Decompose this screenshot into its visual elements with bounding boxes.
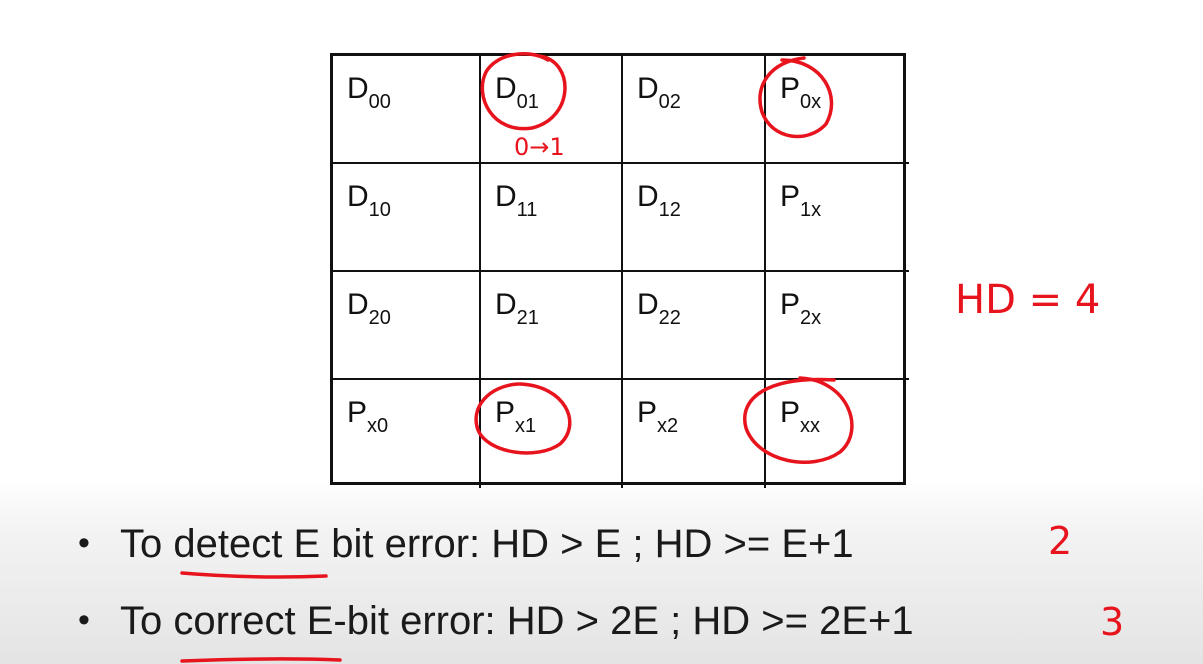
cell-subscript: 02 bbox=[658, 91, 681, 113]
underline-detect bbox=[180, 571, 328, 579]
cell-letter: D bbox=[495, 288, 517, 321]
cell-letter: P bbox=[637, 396, 658, 429]
cell-letter: D bbox=[637, 72, 659, 105]
cell-d22: D22 bbox=[623, 272, 766, 380]
cell-d00: D00 bbox=[333, 56, 481, 164]
cell-d11: D11 bbox=[481, 164, 623, 272]
parity-grid: D00 D01 D02 P0x D10 D11 D12 P1x D20 D21 … bbox=[330, 53, 909, 488]
cell-subscript: 11 bbox=[516, 199, 538, 221]
cell-letter: D bbox=[347, 180, 369, 213]
cell-letter: D bbox=[637, 288, 659, 321]
cell-letter: P bbox=[780, 396, 801, 429]
underline-correct bbox=[180, 657, 342, 663]
bullet-marker: • bbox=[78, 524, 90, 562]
cell-subscript: 22 bbox=[658, 307, 681, 329]
cell-letter: D bbox=[347, 72, 369, 105]
bullet-text: To correct E-bit error: HD > 2E ; HD >= … bbox=[120, 599, 914, 643]
cell-letter: D bbox=[495, 180, 517, 213]
cell-subscript: 0x bbox=[800, 91, 822, 113]
cell-letter: P bbox=[495, 396, 516, 429]
cell-subscript: x2 bbox=[657, 415, 679, 437]
cell-letter: P bbox=[347, 396, 368, 429]
cell-subscript: x0 bbox=[367, 415, 389, 437]
cell-pxx: Pxx bbox=[766, 380, 909, 488]
cell-letter: P bbox=[780, 180, 801, 213]
cell-p0x: P0x bbox=[766, 56, 909, 164]
cell-d12: D12 bbox=[623, 164, 766, 272]
cell-subscript: x1 bbox=[515, 415, 537, 437]
bullet-correct: • To correct E-bit error: HD > 2E ; HD >=… bbox=[78, 601, 914, 641]
cell-subscript: 2x bbox=[800, 307, 822, 329]
cell-p2x: P2x bbox=[766, 272, 909, 380]
cell-px2: Px2 bbox=[623, 380, 766, 488]
cell-subscript: xx bbox=[800, 415, 821, 437]
bullet-text: To detect E bit error: HD > E ; HD >= E+… bbox=[120, 522, 854, 566]
cell-d02: D02 bbox=[623, 56, 766, 164]
cell-letter: P bbox=[780, 72, 801, 105]
cell-px1: Px1 bbox=[481, 380, 623, 488]
correct-value-note: 3 bbox=[1100, 600, 1125, 644]
cell-subscript: 01 bbox=[516, 91, 539, 113]
cell-p1x: P1x bbox=[766, 164, 909, 272]
bit-flip-note: 0→1 bbox=[514, 133, 565, 161]
cell-d10: D10 bbox=[333, 164, 481, 272]
hamming-distance-note: HD = 4 bbox=[955, 277, 1101, 323]
cell-letter: P bbox=[780, 288, 801, 321]
cell-px0: Px0 bbox=[333, 380, 481, 488]
cell-letter: D bbox=[495, 72, 517, 105]
cell-subscript: 20 bbox=[368, 307, 391, 329]
cell-subscript: 12 bbox=[658, 199, 681, 221]
cell-subscript: 00 bbox=[368, 91, 391, 113]
detect-value-note: 2 bbox=[1048, 519, 1073, 563]
cell-d21: D21 bbox=[481, 272, 623, 380]
cell-subscript: 1x bbox=[800, 199, 822, 221]
cell-d20: D20 bbox=[333, 272, 481, 380]
cell-letter: D bbox=[637, 180, 659, 213]
bullet-detect: • To detect E bit error: HD > E ; HD >= E… bbox=[78, 524, 854, 564]
cell-letter: D bbox=[347, 288, 369, 321]
cell-subscript: 10 bbox=[368, 199, 391, 221]
bullet-marker: • bbox=[78, 601, 90, 639]
cell-subscript: 21 bbox=[516, 307, 539, 329]
